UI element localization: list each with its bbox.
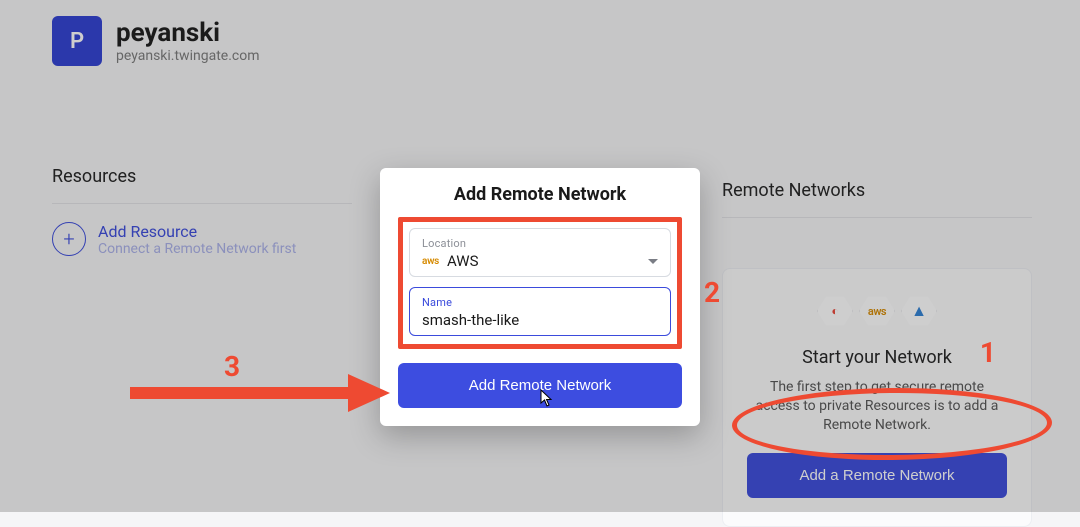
location-select[interactable]: Location aws AWS [409,228,671,277]
aws-provider-icon: aws [422,256,439,267]
name-field-wrapper: Name [409,287,671,336]
modal-title: Add Remote Network [398,184,682,205]
name-label: Name [422,296,658,309]
modal-submit-label: Add Remote Network [469,377,612,394]
annotation-highlight-box: Location aws AWS Name [398,217,682,349]
page-root: P peyanski peyanski.twingate.com Resourc… [0,0,1080,512]
add-remote-network-modal: Add Remote Network Location aws AWS Name… [380,168,700,426]
chevron-down-icon [648,259,658,264]
modal-submit-button[interactable]: Add Remote Network [398,363,682,408]
location-label: Location [422,237,658,250]
location-control: aws AWS [422,250,658,270]
name-input[interactable] [422,309,658,329]
location-value: AWS [447,252,640,270]
